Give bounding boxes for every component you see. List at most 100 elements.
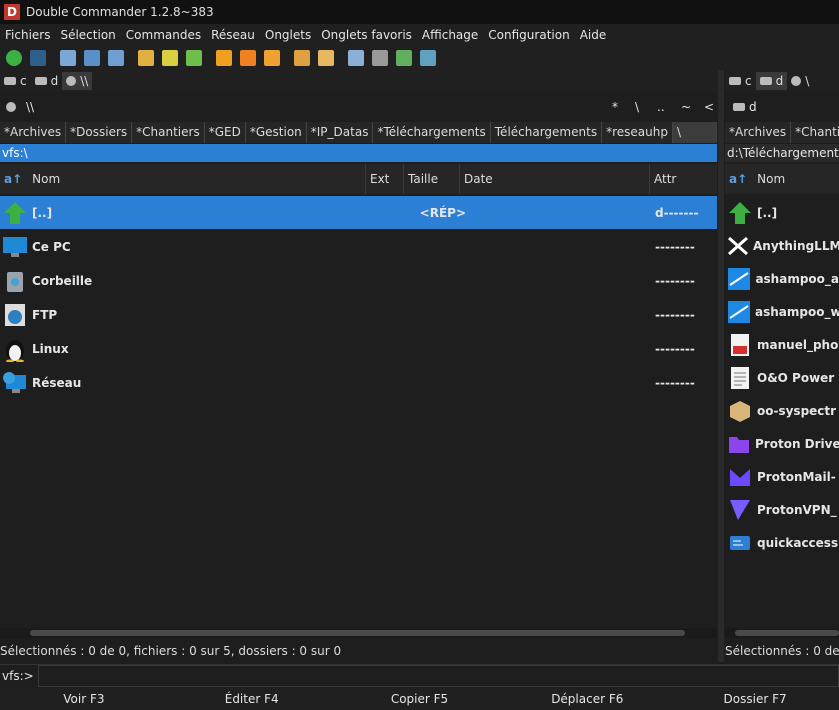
binoculars-icon[interactable] <box>372 50 388 66</box>
brief-view-icon[interactable] <box>60 50 76 66</box>
file-attr: -------- <box>655 307 695 322</box>
list-item[interactable]: ashampoo_w <box>725 295 839 328</box>
tab-archives[interactable]: *Archives <box>725 122 792 143</box>
menu-aide[interactable]: Aide <box>575 28 612 42</box>
left-address-bar[interactable]: vfs:\ <box>0 144 717 162</box>
col-name-label: Nom <box>757 172 786 186</box>
list-item[interactable]: Linux -------- <box>0 332 717 365</box>
left-drive-network[interactable]: \\ <box>62 72 93 90</box>
panel-splitter[interactable] <box>718 70 724 662</box>
list-item[interactable]: AnythingLLM <box>725 229 839 262</box>
list-item[interactable]: Réseau -------- <box>0 366 717 399</box>
left-drive-d[interactable]: d <box>31 72 63 90</box>
menu-fichiers[interactable]: Fichiers <box>0 28 55 42</box>
compare-icon[interactable] <box>162 50 178 66</box>
left-path-bar: \\ * \ .. ~ < <box>0 96 717 118</box>
tab-archives[interactable]: *Archives <box>0 122 67 143</box>
tab-reseauhp[interactable]: *reseauhp <box>602 122 673 143</box>
move-f6-button[interactable]: Déplacer F6 <box>503 688 671 710</box>
list-item[interactable]: ProtonVPN_ <box>725 493 839 526</box>
tab-telechargements[interactable]: Téléchargements <box>491 122 603 143</box>
network-connect-icon[interactable] <box>348 50 364 66</box>
list-item[interactable]: Proton Drive <box>725 427 839 460</box>
list-item[interactable]: [..] <box>725 196 839 229</box>
list-item[interactable]: ashampoo_a <box>725 262 839 295</box>
scrollbar-thumb[interactable] <box>30 630 685 636</box>
right-drive-network[interactable]: \ <box>787 72 813 90</box>
left-tab-bar: *Archives *Dossiers *Chantiers *GED *Ges… <box>0 122 717 143</box>
list-item[interactable]: ProtonMail- <box>725 460 839 493</box>
toolbar <box>0 46 839 70</box>
list-item[interactable]: FTP -------- <box>0 298 717 331</box>
menu-commandes[interactable]: Commandes <box>121 28 206 42</box>
nav-history-button[interactable]: < <box>704 100 714 114</box>
tab-chantiers[interactable]: *Chantiers <box>132 122 205 143</box>
command-input[interactable] <box>37 665 839 687</box>
full-view-icon[interactable] <box>84 50 100 66</box>
left-drive-bar: c d \\ <box>0 70 717 92</box>
multi-rename-icon[interactable] <box>240 50 256 66</box>
list-item[interactable]: Corbeille -------- <box>0 264 717 297</box>
list-item[interactable]: quickaccess <box>725 526 839 559</box>
menu-affichage[interactable]: Affichage <box>417 28 483 42</box>
list-item[interactable]: manuel_pho <box>725 328 839 361</box>
new-folder-f7-button[interactable]: Dossier F7 <box>671 688 839 710</box>
list-item[interactable]: O&O Power <box>725 361 839 394</box>
edit-icon[interactable] <box>396 50 412 66</box>
terminal-icon[interactable] <box>30 50 46 66</box>
tab-ip-datas[interactable]: *IP_Datas <box>307 122 374 143</box>
tab-chantiers[interactable]: *Chantiers <box>791 122 839 143</box>
col-size[interactable]: Taille <box>404 164 460 194</box>
pack-icon[interactable] <box>294 50 310 66</box>
copy-names-icon[interactable] <box>420 50 436 66</box>
right-current-path: d <box>749 100 757 114</box>
right-address-bar[interactable]: d:\Téléchargements <box>725 144 839 162</box>
drive-label: \\ <box>80 74 89 88</box>
col-name[interactable]: a↑ Nom <box>0 164 366 194</box>
app-logo-icon: D <box>4 4 20 20</box>
tab-dossiers[interactable]: *Dossiers <box>66 122 133 143</box>
package-icon <box>727 398 753 424</box>
search-icon[interactable] <box>216 50 232 66</box>
menu-selection[interactable]: Sélection <box>55 28 120 42</box>
col-name[interactable]: a↑ Nom <box>725 164 839 194</box>
scrollbar-thumb[interactable] <box>735 630 839 636</box>
menu-onglets[interactable]: Onglets <box>260 28 316 42</box>
tab-network-root[interactable]: \ <box>672 122 717 143</box>
select-icon[interactable] <box>264 50 280 66</box>
tab-gestion[interactable]: *Gestion <box>246 122 307 143</box>
list-item[interactable]: oo-syspectr <box>725 394 839 427</box>
nav-home-button[interactable]: ~ <box>681 100 691 114</box>
right-drive-c[interactable]: c <box>725 72 756 90</box>
menu-onglets-favoris[interactable]: Onglets favoris <box>316 28 417 42</box>
unpack-icon[interactable] <box>318 50 334 66</box>
file-name: manuel_pho <box>757 337 839 352</box>
left-horizontal-scrollbar[interactable] <box>0 628 717 638</box>
left-drive-c[interactable]: c <box>0 72 31 90</box>
nav-backslash-button[interactable]: \ <box>635 100 639 114</box>
tab-telechargements-starred[interactable]: *Téléchargements <box>373 122 491 143</box>
sync-icon[interactable] <box>186 50 202 66</box>
nav-root-button[interactable]: * <box>612 100 618 114</box>
menu-reseau[interactable]: Réseau <box>206 28 260 42</box>
right-horizontal-scrollbar[interactable] <box>725 628 839 638</box>
refresh-icon[interactable] <box>6 50 22 66</box>
thumbnail-view-icon[interactable] <box>108 50 124 66</box>
file-name: O&O Power <box>757 370 835 385</box>
list-item[interactable]: [..] <RÉP> d------- <box>0 196 717 229</box>
edit-f4-button[interactable]: Éditer F4 <box>168 688 336 710</box>
col-date[interactable]: Date <box>460 164 650 194</box>
file-name: Proton Drive <box>755 436 839 451</box>
tab-ged[interactable]: *GED <box>205 122 246 143</box>
nav-parent-button[interactable]: .. <box>657 100 665 114</box>
anythingllm-icon <box>727 233 749 259</box>
col-attr[interactable]: Attr <box>650 164 717 194</box>
drive-label: c <box>20 74 27 88</box>
flat-view-icon[interactable] <box>138 50 154 66</box>
copy-f5-button[interactable]: Copier F5 <box>336 688 504 710</box>
list-item[interactable]: Ce PC -------- <box>0 230 717 263</box>
col-ext[interactable]: Ext <box>366 164 404 194</box>
menu-configuration[interactable]: Configuration <box>483 28 574 42</box>
right-drive-d[interactable]: d <box>755 72 788 90</box>
view-f3-button[interactable]: Voir F3 <box>0 688 168 710</box>
